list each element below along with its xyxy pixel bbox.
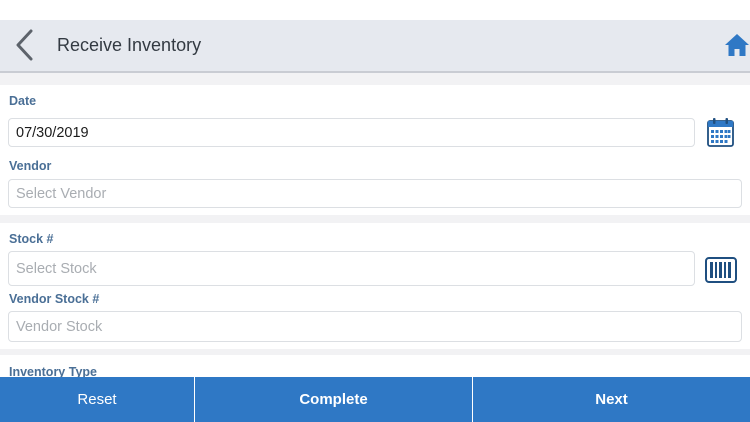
app-header: Receive Inventory	[0, 20, 750, 73]
calendar-icon	[707, 118, 734, 147]
vendor-stock-label: Vendor Stock #	[9, 292, 100, 306]
date-input[interactable]	[8, 118, 695, 147]
date-label: Date	[9, 94, 37, 108]
stock-label: Stock #	[9, 232, 54, 246]
next-button[interactable]: Next	[473, 377, 750, 422]
stock-section: Stock # Vendor Stock #	[0, 223, 750, 349]
bottom-action-bar: Reset Complete Next	[0, 377, 750, 422]
vendor-label: Vendor	[9, 159, 52, 173]
date-vendor-section: Date Vendor	[0, 85, 750, 215]
status-bar	[0, 0, 750, 20]
home-icon	[725, 34, 749, 56]
reset-button[interactable]: Reset	[0, 377, 195, 422]
home-button[interactable]	[724, 32, 750, 58]
back-button[interactable]	[12, 28, 40, 62]
vendor-stock-input[interactable]	[8, 311, 742, 342]
chevron-left-icon	[16, 29, 33, 61]
barcode-icon	[705, 257, 737, 283]
page-title: Receive Inventory	[57, 35, 202, 55]
barcode-scan-button[interactable]	[705, 257, 737, 283]
date-picker-button[interactable]	[707, 117, 734, 147]
stock-input[interactable]	[8, 251, 695, 286]
vendor-input[interactable]	[8, 179, 742, 208]
complete-button[interactable]: Complete	[195, 377, 473, 422]
